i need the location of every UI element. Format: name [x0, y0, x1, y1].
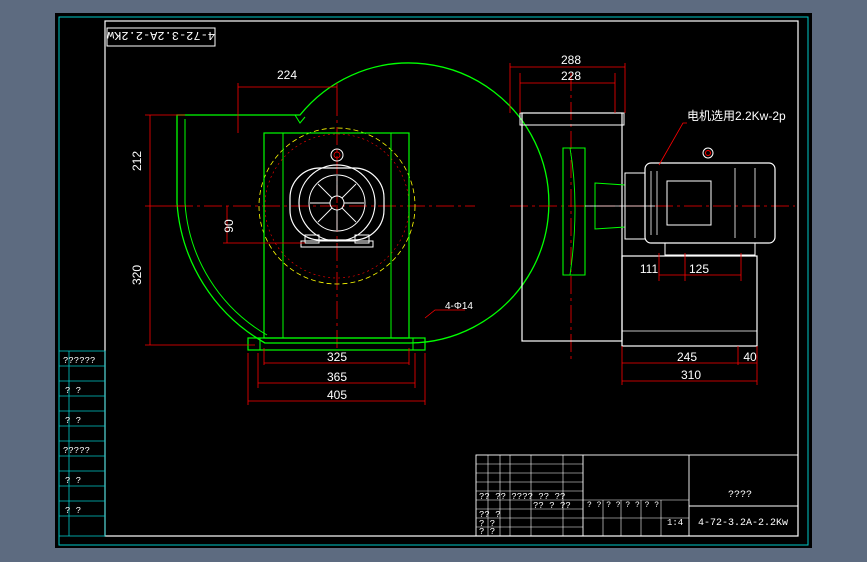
cad-viewport[interactable]: 4-72-3.2A-2.2Kw 224 212 320 90 4-Φ14 325…	[55, 13, 812, 548]
dim-320: 320	[130, 265, 144, 285]
dim-111: 111	[640, 262, 659, 276]
left-table-row-4: ? ?	[65, 476, 81, 486]
motor-side-view	[644, 147, 776, 256]
dim-212: 212	[130, 151, 144, 171]
support-frame	[263, 132, 410, 339]
dim-125: 125	[689, 262, 709, 276]
dim-405: 405	[327, 388, 347, 402]
left-table-row-2: ? ?	[65, 416, 81, 426]
outer-border	[58, 16, 809, 546]
dim-40: 40	[743, 350, 757, 364]
left-table-row-1: ? ?	[65, 386, 81, 396]
side-view: 288 228 电机选用2.2Kw-2p 111 125 245 40 310	[509, 53, 795, 385]
dim-90: 90	[222, 219, 236, 233]
tb-row-d: ? ?	[479, 527, 495, 537]
tb-scale-labels: ? ? ? ? ? ? ? ?	[587, 501, 659, 510]
motor-note: 电机选用2.2Kw-2p	[687, 109, 786, 123]
left-table-row-3: ?????	[63, 446, 90, 456]
inlet-cone	[562, 147, 586, 276]
dim-224: 224	[277, 68, 297, 82]
outlet-flange	[519, 112, 625, 126]
front-view: 224 212 320 90 4-Φ14 325 365 405	[130, 62, 550, 405]
stamp-box: 4-72-3.2A-2.2Kw	[106, 27, 216, 47]
tb-model: 4-72-3.2A-2.2Kw	[698, 518, 788, 529]
dim-365: 365	[327, 370, 347, 384]
base-plate	[247, 337, 426, 351]
drawing-canvas: 4-72-3.2A-2.2Kw 224 212 320 90 4-Φ14 325…	[58, 16, 809, 546]
left-table-labels: ?????? ? ? ? ? ????? ? ? ? ?	[63, 356, 95, 516]
left-table-row-5: ? ?	[65, 506, 81, 516]
dim-245: 245	[677, 350, 697, 364]
outlet-tongue	[294, 114, 306, 124]
stamp-text: 4-72-3.2A-2.2Kw	[106, 28, 215, 42]
tb-drawing-name: ????	[728, 490, 752, 501]
dim-325: 325	[327, 350, 347, 364]
dim-288: 288	[561, 53, 581, 67]
dim-bolt-holes: 4-Φ14	[445, 301, 473, 312]
tb-mid: ?? ? ??	[533, 501, 571, 511]
dim-228: 228	[561, 69, 581, 83]
left-table-row-0: ??????	[63, 356, 95, 366]
dim-310: 310	[681, 368, 701, 382]
title-block-labels: ?? ?? ???? ?? ?? ?? ? ? ? ? ? ?? ? ?? ? …	[479, 490, 788, 537]
tb-scale-value: 1:4	[667, 518, 683, 528]
